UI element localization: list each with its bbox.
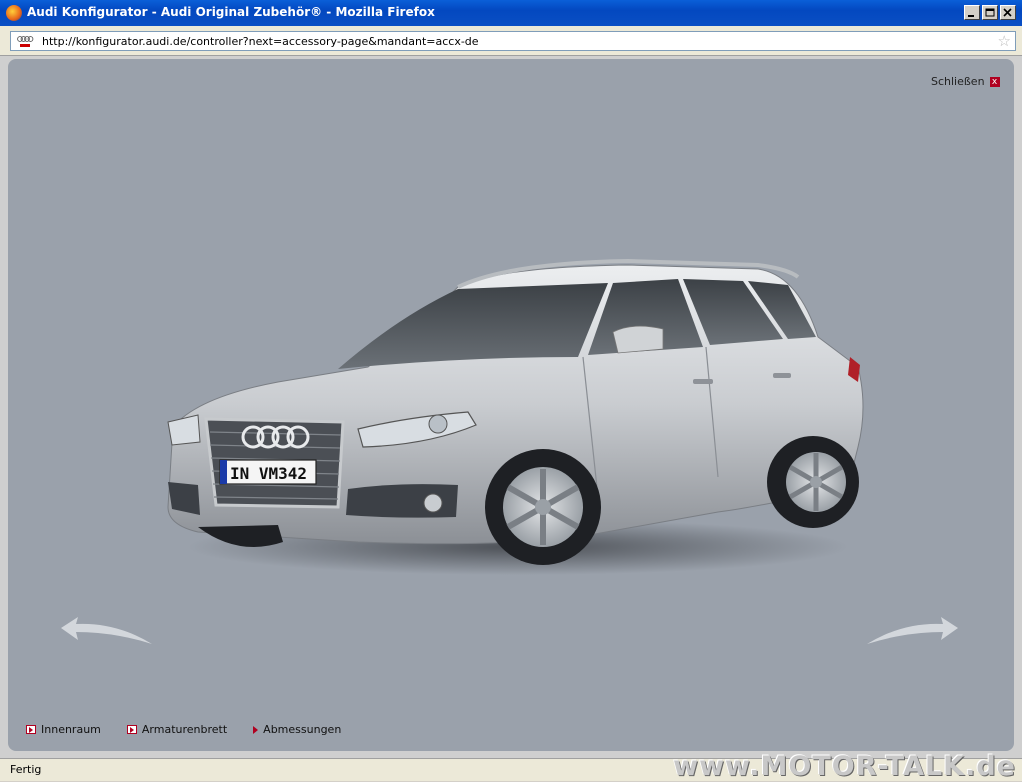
close-icon (1003, 8, 1012, 17)
license-plate-text: IN VM342 (230, 464, 307, 483)
status-text: Fertig (10, 763, 42, 776)
nav-innenraum-label: Innenraum (41, 723, 101, 736)
car-image[interactable]: IN VM342 (158, 257, 868, 577)
play-box-icon (26, 725, 36, 734)
url-text: http://konfigurator.audi.de/controller?n… (42, 35, 479, 48)
minimize-button[interactable] (964, 5, 980, 20)
play-box-icon (126, 725, 137, 734)
arrow-right-icon (253, 725, 259, 734)
rotate-right-arrow-icon[interactable] (863, 614, 963, 648)
nav-armaturenbrett-label: Armaturenbrett (141, 723, 228, 736)
configurator-stage: Schließen x IN VM342 Innenraum Armaturen… (8, 59, 1014, 751)
status-bar: Fertig www.MOTOR-TALK.de (0, 751, 1022, 782)
close-configurator-button[interactable]: Schließen x (931, 75, 1000, 88)
close-window-button[interactable] (1000, 5, 1016, 20)
bookmark-star-icon[interactable]: ☆ (998, 33, 1011, 49)
firefox-icon (6, 5, 22, 21)
view-navigation: Innenraum Armaturenbrett Abmessungen (26, 723, 341, 736)
maximize-icon (985, 8, 995, 17)
window-titlebar[interactable]: Audi Konfigurator - Audi Original Zubehö… (0, 0, 1022, 26)
nav-abmessungen-label: Abmessungen (263, 723, 342, 736)
rotate-left-arrow-icon[interactable] (56, 614, 156, 648)
window-title: Audi Konfigurator - Audi Original Zubehö… (27, 5, 435, 19)
audi-site-icon (17, 36, 34, 47)
nav-armaturenbrett[interactable]: Armaturenbrett (126, 723, 228, 736)
navigation-bar: http://konfigurator.audi.de/controller?n… (0, 26, 1022, 56)
browser-content: Schließen x IN VM342 Innenraum Armaturen… (0, 56, 1022, 758)
close-x-icon: x (989, 76, 1000, 87)
minimize-icon (968, 15, 974, 17)
window-controls (964, 5, 1016, 21)
close-label: Schließen (931, 75, 985, 88)
watermark: www.MOTOR-TALK.de (673, 751, 1016, 782)
nav-abmessungen[interactable]: Abmessungen (253, 723, 341, 736)
address-bar[interactable]: http://konfigurator.audi.de/controller?n… (10, 31, 1016, 51)
nav-innenraum[interactable]: Innenraum (26, 723, 101, 736)
maximize-button[interactable] (982, 5, 998, 20)
